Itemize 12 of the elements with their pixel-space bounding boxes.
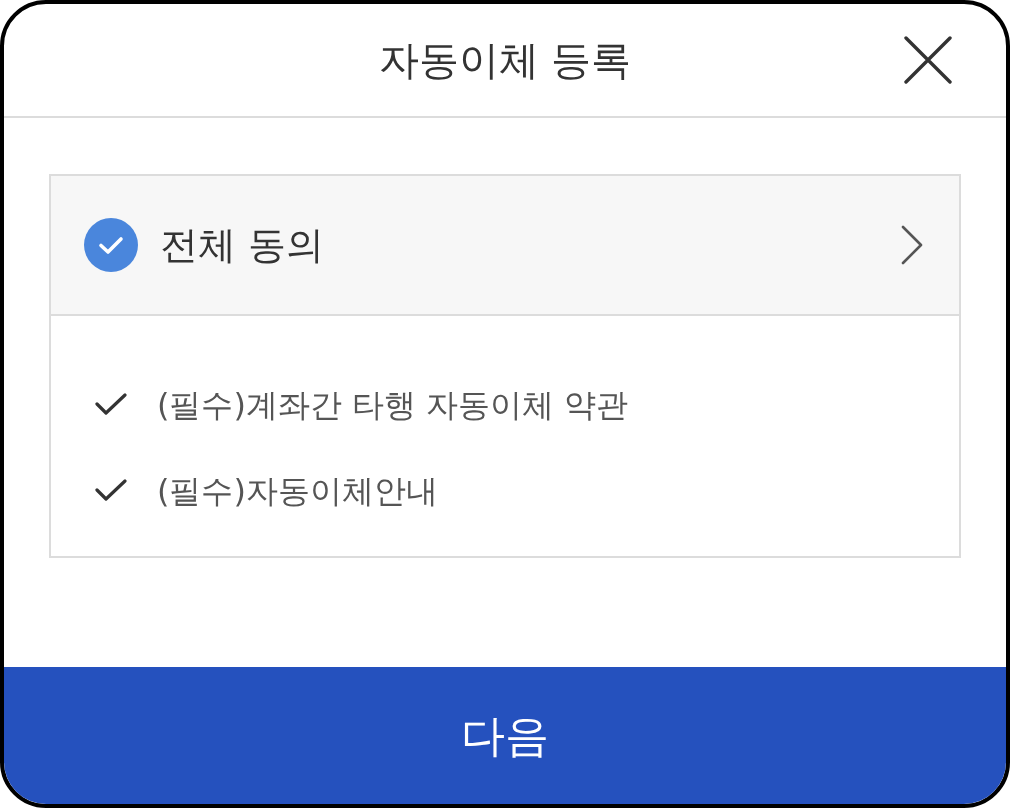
close-icon bbox=[904, 36, 952, 84]
terms-item-link[interactable]: (필수)자동이체안내 bbox=[157, 467, 438, 515]
check-icon[interactable] bbox=[95, 479, 127, 503]
chevron-right-icon bbox=[901, 225, 923, 265]
agree-all-label: 전체 동의 bbox=[160, 221, 326, 269]
next-button[interactable]: 다음 bbox=[4, 667, 1006, 804]
check-icon[interactable] bbox=[95, 393, 127, 417]
checked-circle-icon[interactable] bbox=[84, 218, 138, 272]
terms-item-link[interactable]: (필수)계좌간 타행 자동이체 약관 bbox=[157, 381, 629, 429]
agree-all-row[interactable]: 전체 동의 bbox=[51, 176, 959, 316]
dialog-title: 자동이체 등록 bbox=[378, 36, 632, 84]
close-button[interactable] bbox=[902, 34, 954, 86]
